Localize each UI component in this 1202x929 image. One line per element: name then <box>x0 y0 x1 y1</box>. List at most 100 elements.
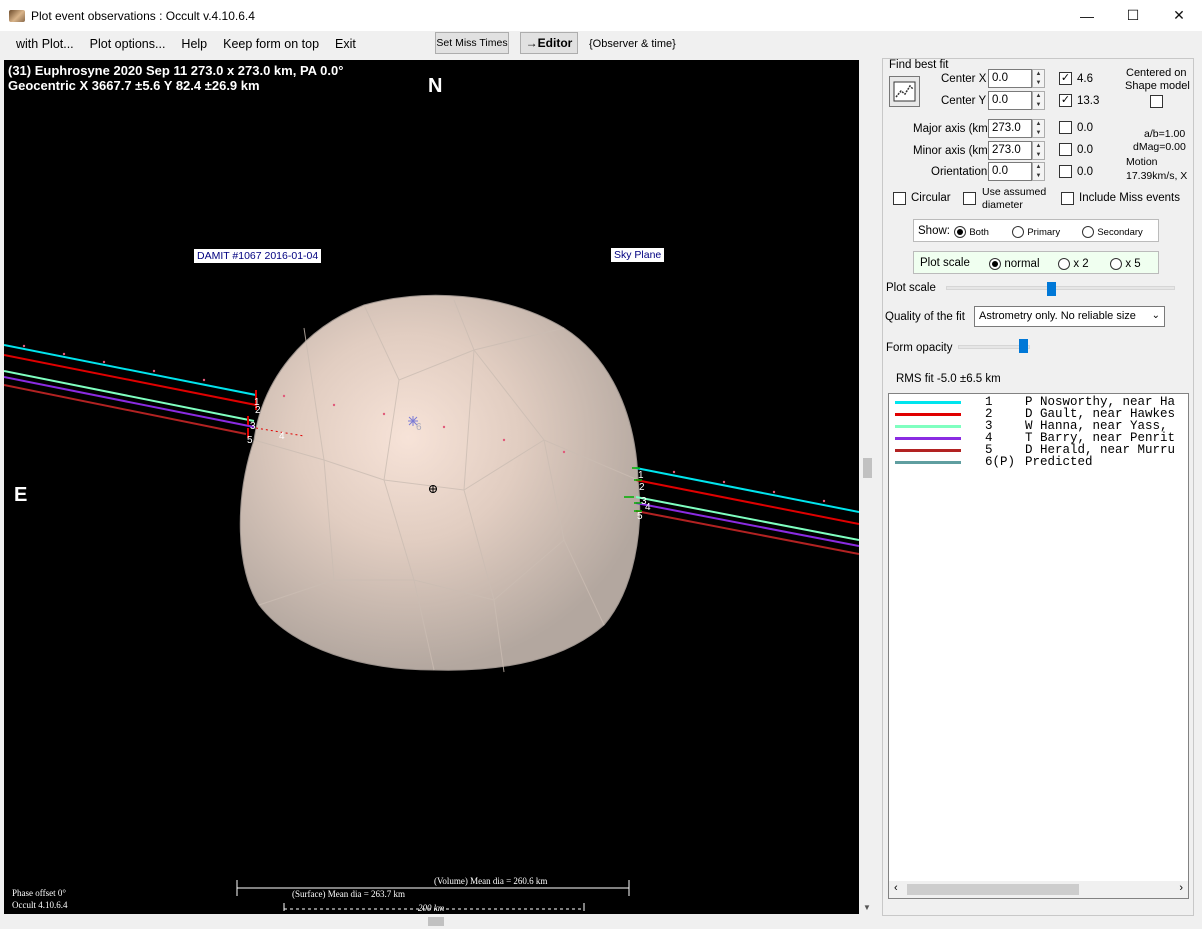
observer-legend[interactable]: 1P Nosworthy, near Ha 2D Gault, near Haw… <box>888 393 1189 899</box>
menu-with-plot[interactable]: with Plot... <box>8 37 82 51</box>
maximize-icon[interactable]: ☐ <box>1110 0 1156 31</box>
legend-scroll-thumb[interactable] <box>907 884 1079 895</box>
menu-keep-on-top[interactable]: Keep form on top <box>215 37 327 51</box>
orientation-checkbox[interactable] <box>1059 165 1072 178</box>
event-title: (31) Euphrosyne 2020 Sep 11 273.0 x 273.… <box>8 63 344 78</box>
circular-label: Circular <box>911 192 951 204</box>
damit-model-label: DAMIT #1067 2016-01-04 <box>194 249 322 263</box>
legend-horizontal-scrollbar[interactable]: ‹ › <box>889 881 1188 898</box>
plot-scale-slider-thumb[interactable] <box>1047 282 1056 296</box>
chord-number-3-left: 3 <box>250 421 256 432</box>
include-miss-checkbox[interactable] <box>1061 192 1074 205</box>
legend-line-swatch <box>895 436 961 440</box>
menu-exit[interactable]: Exit <box>327 37 364 51</box>
find-best-fit-label: Find best fit <box>889 59 949 71</box>
center-y-input[interactable]: 0.0 <box>988 91 1032 110</box>
geocentric-position: Geocentric X 3667.7 ±5.6 Y 82.4 ±26.9 km <box>8 78 260 93</box>
orientation-input[interactable]: 0.0 <box>988 162 1032 181</box>
plot-scale-slider[interactable] <box>946 286 1175 290</box>
show-both-label: Both <box>969 227 989 238</box>
chord-number-1-right: 1 <box>638 470 644 481</box>
chord-number-4-right: 4 <box>645 502 651 513</box>
major-axis-input[interactable]: 273.0 <box>988 119 1032 138</box>
menu-plot-options[interactable]: Plot options... <box>82 37 174 51</box>
minimize-icon[interactable]: — <box>1064 0 1110 31</box>
plot-canvas[interactable]: (31) Euphrosyne 2020 Sep 11 273.0 x 273.… <box>4 60 859 914</box>
chevron-down-icon: ⌄ <box>1151 310 1160 321</box>
motion-label: Motion <box>1126 156 1158 168</box>
asteroid-app-icon <box>9 9 25 22</box>
plot-graphics <box>4 294 859 911</box>
east-label: E <box>14 484 28 506</box>
orientation-label: Orientation <box>931 166 988 178</box>
plot-vertical-scrollbar[interactable]: ▼ <box>860 60 875 914</box>
center-y-spinner[interactable]: ▲ ▼ <box>1032 91 1045 110</box>
legend-row: 6(P) Predicted <box>895 455 1093 469</box>
north-label: N <box>428 75 443 97</box>
opacity-slider-thumb[interactable] <box>1019 339 1028 353</box>
center-x-checkbox[interactable]: ✓ <box>1059 72 1072 85</box>
major-axis-spinner[interactable]: ▲ ▼ <box>1032 119 1045 138</box>
show-primary-label: Primary <box>1027 227 1061 238</box>
show-both-radio[interactable]: Both <box>954 224 989 238</box>
shape-model-label: Shape model <box>1125 80 1190 92</box>
show-secondary-label: Secondary <box>1097 227 1143 238</box>
scale-x2-radio[interactable]: x 2 <box>1058 256 1089 270</box>
minor-axis-label: Minor axis (km) <box>913 145 992 157</box>
chord-number-5-left: 5 <box>247 435 253 446</box>
quality-value: Astrometry only. No reliable size <box>979 310 1136 322</box>
scroll-left-icon[interactable]: ‹ <box>894 882 898 894</box>
editor-button[interactable]: →Editor <box>520 32 578 54</box>
form-opacity-label: Form opacity <box>886 342 953 354</box>
diameter-label: diameter <box>982 199 1023 211</box>
major-axis-label: Major axis (km) <box>913 123 992 135</box>
major-axis-checkbox[interactable] <box>1059 121 1072 134</box>
asteroid-shape <box>239 294 641 671</box>
centered-on-label: Centered on <box>1126 67 1187 79</box>
orientation-fit-value: 0.0 <box>1077 166 1093 178</box>
center-y-fit-value: 13.3 <box>1077 95 1100 107</box>
volume-diameter-label: (Volume) Mean dia = 260.6 km <box>434 876 548 886</box>
show-secondary-radio[interactable]: Secondary <box>1082 224 1143 238</box>
scale-normal-radio[interactable]: normal <box>989 256 1040 270</box>
center-x-input[interactable]: 0.0 <box>988 69 1032 88</box>
scale-x5-radio[interactable]: x 5 <box>1110 256 1141 270</box>
scroll-right-icon[interactable]: › <box>1179 882 1183 894</box>
show-primary-radio[interactable]: Primary <box>1012 224 1060 238</box>
center-y-label: Center Y <box>941 95 987 107</box>
orientation-spinner[interactable]: ▲ ▼ <box>1032 162 1045 181</box>
legend-line-swatch <box>895 448 961 452</box>
minor-axis-spinner[interactable]: ▲ ▼ <box>1032 141 1045 160</box>
major-axis-fit-value: 0.0 <box>1077 122 1093 134</box>
quality-label: Quality of the fit <box>885 311 965 323</box>
circular-checkbox[interactable] <box>893 192 906 205</box>
include-miss-label: Include Miss events <box>1079 192 1180 204</box>
center-x-fit-value: 4.6 <box>1077 73 1093 85</box>
use-assumed-label: Use assumed <box>982 186 1047 198</box>
legend-line-swatch <box>895 460 961 464</box>
close-icon[interactable]: ✕ <box>1156 0 1202 31</box>
legend-line-swatch <box>895 400 961 404</box>
scroll-down-icon[interactable]: ▼ <box>863 903 871 912</box>
menu-help[interactable]: Help <box>173 37 215 51</box>
chord-number-2-left: 2 <box>255 405 261 416</box>
minor-axis-checkbox[interactable] <box>1059 143 1072 156</box>
set-miss-times-button[interactable]: Set Miss Times <box>435 32 509 54</box>
best-fit-button[interactable] <box>889 76 920 107</box>
horizontal-scroll-thumb[interactable] <box>428 917 444 926</box>
show-label: Show: <box>918 225 950 237</box>
motion-value: 17.39km/s, X <box>1126 170 1188 182</box>
centered-on-shape-checkbox[interactable] <box>1150 95 1163 108</box>
vertical-scroll-thumb[interactable] <box>863 458 872 478</box>
center-x-spinner[interactable]: ▲ ▼ <box>1032 69 1045 88</box>
chord-number-6-predicted: 6 <box>416 422 422 433</box>
center-y-checkbox[interactable]: ✓ <box>1059 94 1072 107</box>
plot-horizontal-scrollbar[interactable] <box>4 914 859 929</box>
minor-axis-input[interactable]: 273.0 <box>988 141 1032 160</box>
use-assumed-diameter-checkbox[interactable] <box>963 192 976 205</box>
plot-scale-group-label: Plot scale <box>920 257 970 269</box>
legend-line-swatch <box>895 424 961 428</box>
observer-time-label[interactable]: {Observer & time} <box>589 38 676 50</box>
quality-select[interactable]: Astrometry only. No reliable size ⌄ <box>974 306 1165 327</box>
chord-number-5-right: 5 <box>637 511 643 522</box>
